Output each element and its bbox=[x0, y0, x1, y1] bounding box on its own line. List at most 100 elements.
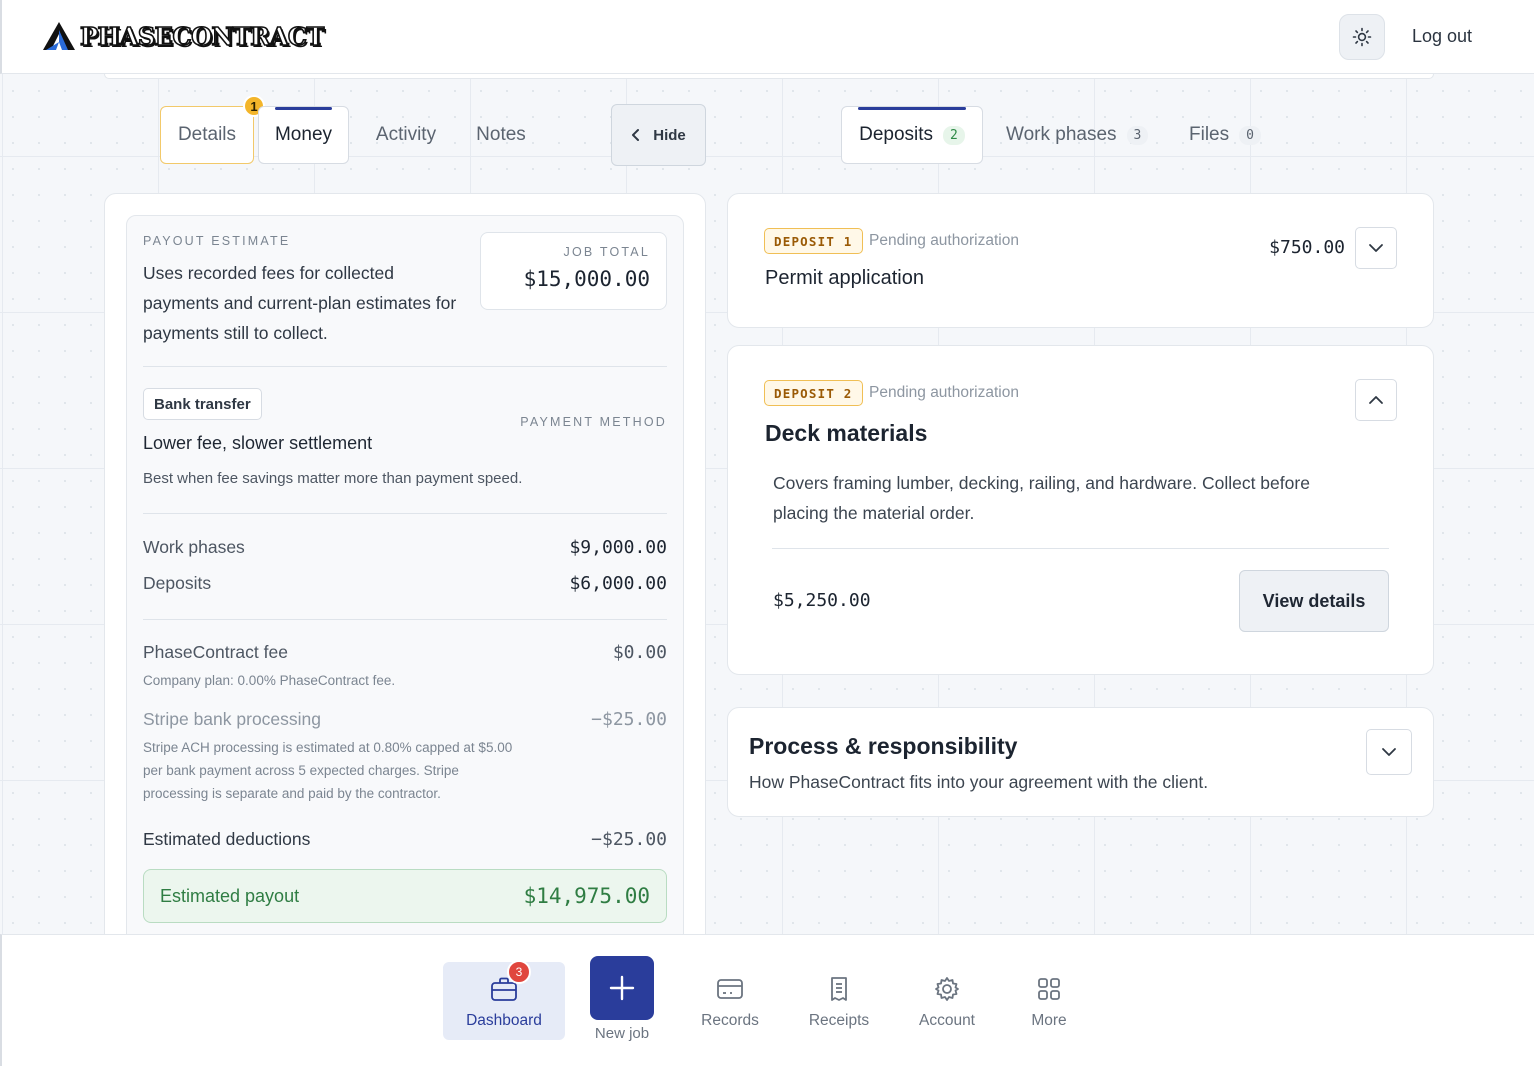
stripe-processing-note: Stripe ACH processing is estimated at 0.… bbox=[143, 736, 573, 805]
estimated-payout-label: Estimated payout bbox=[160, 885, 300, 906]
view-details-button[interactable]: View details bbox=[1239, 570, 1389, 632]
nav-account[interactable]: Account bbox=[907, 974, 987, 1030]
phasecontract-fee-label: PhaseContract fee bbox=[143, 642, 288, 662]
nav-receipts[interactable]: Receipts bbox=[799, 974, 879, 1030]
deposit-card[interactable] bbox=[727, 193, 1434, 328]
dashboard-notification-badge: 3 bbox=[507, 960, 531, 984]
deposit-status: Pending authorization bbox=[869, 232, 1019, 249]
collapsed-panel-edge bbox=[104, 74, 1434, 79]
phasecontract-fee-row: PhaseContract fee $0.00 bbox=[143, 642, 667, 663]
expand-deposit-button[interactable] bbox=[1355, 227, 1397, 269]
hide-panel-button[interactable]: Hide bbox=[611, 104, 706, 166]
tab-work-phases-label: Work phases bbox=[1006, 124, 1117, 145]
deposits-value: $6,000.00 bbox=[569, 573, 667, 594]
deposit-chip: DEPOSIT 1 bbox=[764, 228, 863, 254]
brand-name: PHASECONTRACT bbox=[79, 21, 325, 52]
nav-records-label: Records bbox=[701, 1012, 759, 1029]
stripe-note-line: Stripe ACH processing is estimated at 0.… bbox=[143, 740, 513, 755]
work-phases-count-badge: 3 bbox=[1126, 125, 1149, 145]
stripe-processing-label: Stripe bank processing bbox=[143, 709, 322, 729]
deposits-label: Deposits bbox=[143, 573, 212, 593]
deposit-description-line: placing the material order. bbox=[773, 503, 975, 523]
plus-icon bbox=[609, 975, 635, 1001]
tab-deposits-label: Deposits bbox=[859, 124, 934, 145]
deposits-count-badge: 2 bbox=[943, 125, 965, 145]
deposit-title: Deck materials bbox=[765, 420, 928, 446]
payment-method-description: Best when fee savings matter more than p… bbox=[143, 470, 523, 487]
payout-estimate-eyebrow: PAYOUT ESTIMATE bbox=[143, 234, 291, 248]
work-phases-value: $9,000.00 bbox=[569, 537, 667, 558]
phasecontract-fee-value: $0.00 bbox=[612, 642, 667, 663]
stripe-processing-value: −$25.00 bbox=[591, 709, 667, 730]
estimated-deductions-value: −$25.00 bbox=[591, 829, 667, 850]
nav-dashboard-label: Dashboard bbox=[466, 1012, 542, 1029]
new-job-button[interactable] bbox=[590, 956, 654, 1020]
expand-process-button[interactable] bbox=[1366, 729, 1412, 775]
tab-activity[interactable]: Activity bbox=[356, 106, 456, 164]
estimated-deductions-label: Estimated deductions bbox=[143, 829, 311, 849]
divider bbox=[143, 619, 667, 620]
deposit-amount: $750.00 bbox=[1269, 237, 1345, 258]
sun-icon bbox=[1352, 27, 1372, 47]
work-phases-label: Work phases bbox=[143, 537, 245, 557]
deposit-title: Permit application bbox=[765, 267, 924, 289]
payout-estimate-description: Uses recorded fees for collected payment… bbox=[143, 263, 457, 343]
job-total-value: $15,000.00 bbox=[523, 267, 650, 291]
gear-icon bbox=[935, 977, 959, 1001]
receipt-icon bbox=[831, 977, 847, 1001]
payment-method-eyebrow: PAYMENT METHOD bbox=[520, 415, 667, 429]
grid-icon bbox=[1038, 978, 1060, 1000]
nav-records[interactable]: Records bbox=[690, 974, 770, 1030]
logo-mark-icon bbox=[43, 22, 75, 50]
payment-method-badge[interactable]: Bank transfer bbox=[143, 388, 262, 420]
tab-deposits[interactable]: Deposits 2 bbox=[841, 106, 983, 164]
deposit-chip: DEPOSIT 2 bbox=[764, 380, 863, 406]
brand-logo[interactable]: PHASECONTRACT bbox=[42, 20, 325, 52]
stripe-note-line: per bank payment across 5 expected charg… bbox=[143, 763, 459, 778]
divider bbox=[772, 548, 1389, 549]
estimated-payout-value: $14,975.00 bbox=[523, 884, 650, 908]
nav-more[interactable]: More bbox=[1009, 974, 1089, 1030]
tab-files[interactable]: Files 0 bbox=[1189, 106, 1261, 164]
tab-work-phases[interactable]: Work phases 3 bbox=[1006, 106, 1149, 164]
collapse-deposit-button[interactable] bbox=[1355, 379, 1397, 421]
divider bbox=[143, 366, 667, 367]
work-phases-row: Work phases $9,000.00 bbox=[143, 537, 667, 558]
deposit-status: Pending authorization bbox=[869, 384, 1019, 401]
chevron-down-icon bbox=[1382, 748, 1396, 756]
deposit-amount: $5,250.00 bbox=[773, 590, 871, 611]
hide-label: Hide bbox=[653, 126, 686, 144]
process-title: Process & responsibility bbox=[749, 733, 1018, 759]
top-header: PHASECONTRACT Log out bbox=[0, 0, 1534, 74]
stripe-processing-row: Stripe bank processing −$25.00 bbox=[143, 709, 667, 730]
process-card[interactable] bbox=[727, 707, 1434, 817]
tab-money[interactable]: Money bbox=[258, 106, 349, 164]
nav-receipts-label: Receipts bbox=[808, 1012, 870, 1029]
chevron-left-icon bbox=[632, 129, 640, 141]
stripe-note-line: processing is separate and paid by the c… bbox=[143, 786, 441, 801]
estimated-payout-box: Estimated payout $14,975.00 bbox=[143, 869, 667, 923]
tab-notes[interactable]: Notes bbox=[466, 106, 536, 164]
credit-card-icon bbox=[717, 979, 743, 999]
chevron-down-icon bbox=[1369, 244, 1383, 252]
files-count-badge: 0 bbox=[1239, 125, 1261, 145]
tab-files-label: Files bbox=[1189, 124, 1230, 145]
new-job-label: New job bbox=[594, 1025, 650, 1042]
tab-details[interactable]: Details bbox=[160, 106, 254, 164]
logout-link[interactable]: Log out bbox=[1412, 26, 1472, 47]
deposit-description-line: Covers framing lumber, decking, railing,… bbox=[773, 473, 1310, 493]
theme-toggle-button[interactable] bbox=[1339, 14, 1385, 60]
chevron-up-icon bbox=[1369, 396, 1383, 404]
job-total-label: JOB TOTAL bbox=[563, 245, 650, 259]
deposit-description: Covers framing lumber, decking, railing,… bbox=[773, 468, 1373, 528]
nav-more-label: More bbox=[1031, 1012, 1067, 1029]
process-description: How PhaseContract fits into your agreeme… bbox=[749, 772, 1209, 792]
phasecontract-fee-note: Company plan: 0.00% PhaseContract fee. bbox=[143, 673, 396, 688]
divider bbox=[143, 513, 667, 514]
nav-dashboard[interactable]: Dashboard bbox=[443, 962, 565, 1040]
deposits-row: Deposits $6,000.00 bbox=[143, 573, 667, 594]
nav-account-label: Account bbox=[918, 1012, 975, 1029]
estimated-deductions-row: Estimated deductions −$25.00 bbox=[143, 829, 667, 850]
job-total-box: JOB TOTAL $15,000.00 bbox=[480, 232, 667, 310]
payment-method-title: Lower fee, slower settlement bbox=[143, 433, 373, 453]
